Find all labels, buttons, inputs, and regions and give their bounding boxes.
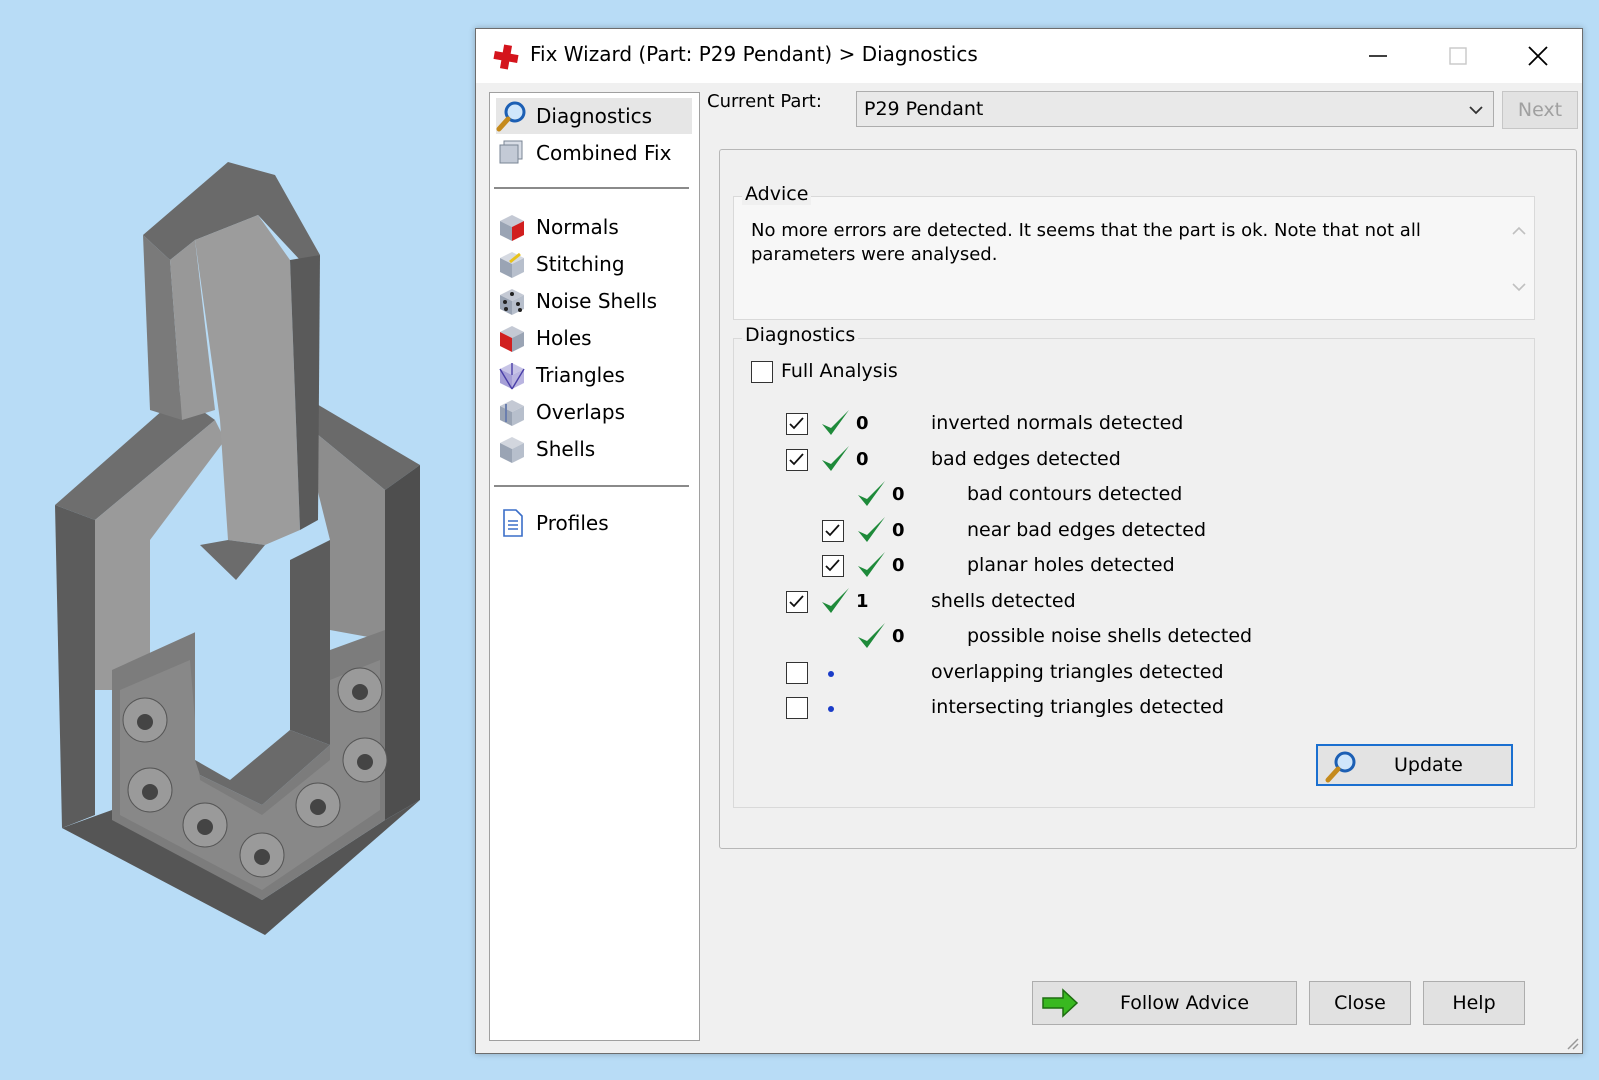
full-analysis-checkbox[interactable] [751, 361, 773, 383]
nav-item-profiles[interactable]: Profiles [496, 505, 692, 541]
follow-advice-button[interactable]: Follow Advice [1032, 981, 1297, 1025]
nav-item-noise-shells[interactable]: Noise Shells [496, 283, 692, 319]
nav-item-shells[interactable]: Shells [496, 431, 692, 467]
nav-item-combined-fix[interactable]: Combined Fix [496, 135, 692, 171]
combined-fix-icon [496, 137, 528, 169]
triangles-icon [496, 359, 528, 391]
diagnostic-label: overlapping triangles detected [931, 660, 1224, 683]
checkmark-icon [789, 417, 804, 430]
diagnostic-count: 0 [856, 413, 869, 434]
advice-title: Advice [742, 183, 812, 205]
green-check-icon [858, 516, 885, 542]
checkmark-icon [825, 523, 840, 536]
stitching-icon [496, 248, 528, 280]
diagnostic-label: bad contours detected [967, 483, 1183, 505]
diagnostic-checkbox[interactable] [786, 448, 808, 471]
next-button[interactable]: Next [1502, 91, 1578, 129]
chevron-down-icon [1469, 106, 1483, 115]
nav-item-normals[interactable]: Normals [496, 209, 692, 245]
diagnostic-count: 0 [892, 555, 905, 576]
advice-text: No more errors are detected. It seems th… [751, 220, 1421, 265]
green-check-icon [858, 623, 885, 648]
green-check-icon [822, 587, 849, 613]
diagnostic-label: intersecting triangles detected [931, 696, 1224, 718]
nav-item-overlaps[interactable]: Overlaps [496, 394, 692, 430]
diagnostic-label: planar holes detected [967, 554, 1175, 576]
maximize-icon [1449, 47, 1467, 65]
pendant-3d-model [55, 162, 420, 935]
diagnostic-label: near bad edges detected [967, 518, 1207, 541]
resize-grip-icon[interactable] [1564, 1035, 1580, 1051]
scroll-arrows-icon [1512, 226, 1526, 292]
maximize-button[interactable] [1418, 29, 1498, 83]
diagnostic-checkbox[interactable] [786, 661, 808, 684]
nav-item-holes[interactable]: Holes [496, 320, 692, 356]
green-arrow-icon [1042, 988, 1079, 1018]
noise-shells-icon [496, 285, 528, 317]
diagnostic-label: inverted normals detected [931, 412, 1184, 434]
diagnostic-count: 0 [892, 484, 905, 505]
full-analysis-label: Full Analysis [781, 360, 898, 382]
green-check-icon [822, 445, 849, 471]
diagnostics-title: Diagnostics [742, 324, 859, 346]
diagnostic-label: possible noise shells detected [967, 625, 1253, 647]
current-part-dropdown[interactable]: P29 Pendant [856, 91, 1494, 127]
diagnostic-checkbox[interactable] [822, 555, 844, 577]
current-part-value: P29 Pendant [864, 98, 984, 120]
current-part-label: Current Part: [707, 91, 822, 112]
diagnostic-label: shells detected [931, 589, 1076, 612]
advice-scrollbar[interactable] [1506, 219, 1532, 301]
diagnostic-count: 1 [856, 590, 869, 612]
checkmark-icon [789, 594, 804, 607]
pending-dot-icon [828, 670, 834, 677]
title-bar: Fix Wizard (Part: P29 Pendant) > Diagnos… [476, 29, 1582, 83]
diagnostic-checkbox[interactable] [786, 697, 808, 719]
diagnostic-label: bad edges detected [931, 447, 1121, 470]
close-window-button[interactable] [1498, 29, 1578, 83]
fix-wizard-dialog: Fix Wizard (Part: P29 Pendant) > Diagnos… [475, 28, 1583, 1054]
diagnostic-checkbox[interactable] [786, 413, 808, 435]
shells-icon [496, 433, 528, 465]
diagnostic-count: 0 [856, 448, 869, 470]
magnifier-icon [496, 100, 528, 132]
minimize-icon [1369, 55, 1387, 57]
update-button[interactable]: Update [1316, 744, 1513, 786]
green-check-icon [858, 552, 885, 577]
checkmark-icon [825, 559, 840, 572]
diagnostic-count: 0 [892, 519, 905, 541]
close-icon [1528, 46, 1548, 66]
nav-item-diagnostics[interactable]: Diagnostics [496, 98, 692, 134]
red-cross-icon [493, 44, 519, 70]
diagnostic-checkbox[interactable] [786, 590, 808, 613]
document-icon [496, 507, 528, 539]
nav-separator [494, 187, 689, 189]
nav-item-triangles[interactable]: Triangles [496, 357, 692, 393]
holes-icon [496, 322, 528, 354]
nav-separator [494, 485, 689, 487]
wizard-navigation: Diagnostics Combined Fix Normals Stitchi… [489, 92, 700, 1041]
diagnostic-count: 0 [892, 626, 905, 647]
checkmark-icon [789, 452, 804, 465]
green-check-icon [822, 410, 849, 435]
window-title: Fix Wizard (Part: P29 Pendant) > Diagnos… [530, 42, 978, 66]
pending-dot-icon [828, 706, 834, 712]
green-check-icon [858, 481, 885, 506]
normals-icon [496, 211, 528, 243]
diagnostic-checkbox[interactable] [822, 519, 844, 542]
help-button[interactable]: Help [1423, 981, 1525, 1025]
minimize-button[interactable] [1338, 29, 1418, 83]
nav-item-stitching[interactable]: Stitching [496, 246, 692, 282]
close-button[interactable]: Close [1309, 981, 1411, 1025]
overlaps-icon [496, 396, 528, 428]
magnifier-icon [1325, 751, 1356, 783]
